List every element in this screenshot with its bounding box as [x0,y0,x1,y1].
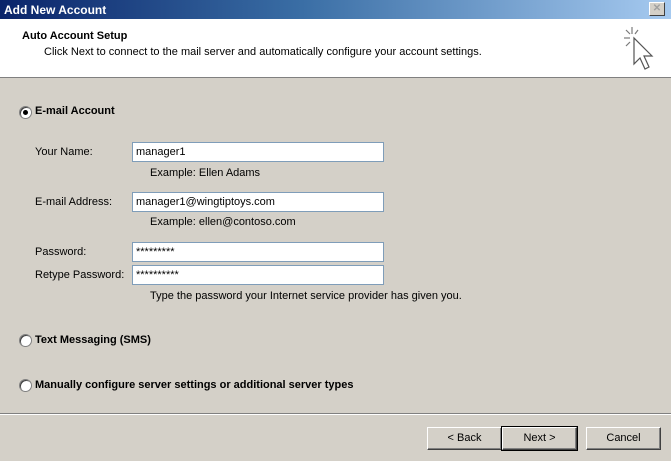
password-hint: Type the password your Internet service … [150,290,462,302]
email-address-input[interactable] [132,192,384,212]
back-button[interactable]: < Back [427,427,502,450]
wizard-header: Auto Account Setup Click Next to connect… [0,19,671,78]
cancel-button[interactable]: Cancel [586,427,661,450]
email-address-hint: Example: ellen@contoso.com [150,216,296,228]
page-title: Auto Account Setup [22,30,128,42]
title-bar: Add New Account ✕ [0,0,671,19]
password-label: Password: [35,246,87,258]
email-account-radio[interactable] [19,106,32,119]
window-title: Add New Account [4,3,107,17]
cursor-sparkle-icon [624,27,654,70]
email-account-label: E-mail Account [35,105,115,117]
footer-separator [0,413,671,415]
password-input[interactable] [132,242,384,262]
page-subtitle: Click Next to connect to the mail server… [44,46,482,58]
your-name-hint: Example: Ellen Adams [150,167,261,179]
manual-config-radio[interactable] [19,379,32,392]
your-name-label: Your Name: [35,146,93,158]
retype-password-label: Retype Password: [35,269,125,281]
email-address-label: E-mail Address: [35,196,113,208]
close-icon: ✕ [652,3,662,14]
next-button[interactable]: Next > [501,426,578,451]
your-name-input[interactable] [132,142,384,162]
manual-config-label: Manually configure server settings or ad… [35,379,354,391]
retype-password-input[interactable] [132,265,384,285]
close-button[interactable]: ✕ [649,2,665,16]
sms-radio[interactable] [19,334,32,347]
sms-label: Text Messaging (SMS) [35,334,151,346]
